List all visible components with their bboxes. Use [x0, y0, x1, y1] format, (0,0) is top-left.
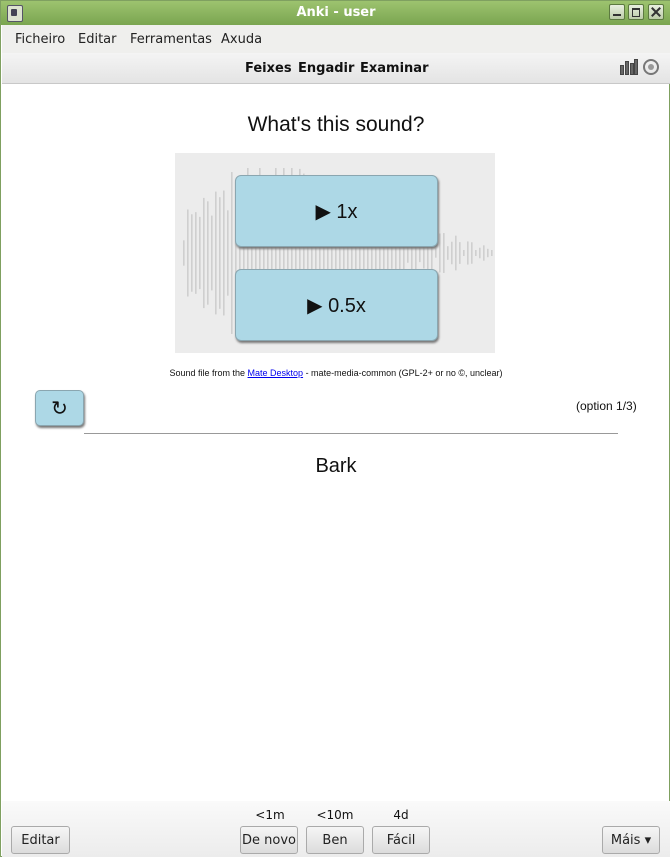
- waveform-bar: [483, 245, 485, 261]
- more-button[interactable]: Máis ▾: [602, 826, 660, 854]
- waveform-bar: [227, 210, 229, 296]
- waveform-bar: [439, 233, 441, 273]
- waveform-bar: [475, 250, 477, 256]
- answer-divider: [84, 433, 618, 434]
- waveform-bar: [231, 172, 233, 334]
- option-counter: (option 1/3): [576, 399, 637, 413]
- play-0.5x-button[interactable]: ▶ 0.5x: [235, 269, 438, 341]
- waveform-bar: [479, 247, 481, 259]
- waveform-bar: [215, 191, 217, 315]
- window-title: Anki - user: [296, 5, 376, 20]
- menu-ficheiro[interactable]: Ficheiro: [15, 32, 65, 47]
- sound-credit: Sound file from the Mate Desktop - mate-…: [1, 368, 670, 378]
- waveform-bar: [455, 235, 457, 271]
- waveform-bar: [203, 197, 205, 309]
- close-button[interactable]: [648, 4, 664, 20]
- card-answer: Bark: [315, 455, 357, 477]
- easy-button[interactable]: Fácil: [372, 826, 430, 854]
- title-bar: Anki - user: [1, 1, 670, 25]
- credit-prefix: Sound file from the: [169, 368, 248, 378]
- credit-suffix: - mate-media-common (GPL-2+ or no ©, unc…: [303, 368, 503, 378]
- waveform-bar: [219, 197, 221, 309]
- waveform-bar: [459, 242, 461, 264]
- sync-icon[interactable]: [643, 59, 659, 75]
- waveform-bar: [443, 233, 445, 273]
- toolbar-browse-link[interactable]: Examinar: [360, 61, 428, 76]
- review-bottom-bar: <1m <10m 4d Editar De novo Ben Fácil Mái…: [2, 801, 670, 857]
- interval-good: <10m: [316, 808, 354, 822]
- interval-easy: 4d: [393, 808, 409, 822]
- menu-axuda[interactable]: Axuda: [221, 32, 262, 47]
- card-question: What's this sound?: [247, 113, 425, 136]
- interval-again: <1m: [255, 808, 285, 822]
- waveform-bar: [223, 190, 225, 316]
- stats-icon[interactable]: [620, 59, 638, 75]
- toolbar-add-link[interactable]: Engadir: [298, 61, 354, 76]
- waveform-bar: [211, 215, 213, 291]
- mate-desktop-link[interactable]: Mate Desktop: [248, 368, 304, 378]
- edit-button[interactable]: Editar: [11, 826, 70, 854]
- waveform-bar: [491, 250, 493, 256]
- cycle-option-button[interactable]: ↻: [35, 390, 84, 426]
- main-toolbar: Feixes Engadir Examinar: [2, 53, 670, 84]
- minimize-button[interactable]: [609, 4, 625, 20]
- waveform-bar: [447, 246, 449, 260]
- toolbar-decks-link[interactable]: Feixes: [245, 61, 292, 76]
- waveform-panel: ▶ 1x ▶ 0.5x: [175, 153, 495, 353]
- waveform-bar: [187, 209, 189, 297]
- waveform-bar: [195, 212, 197, 294]
- anki-window: Anki - user Ficheiro Editar Ferramentas …: [0, 0, 670, 857]
- play-1x-button[interactable]: ▶ 1x: [235, 175, 438, 247]
- again-button[interactable]: De novo: [240, 826, 298, 854]
- waveform-bar: [487, 248, 489, 258]
- menu-bar: Ficheiro Editar Ferramentas Axuda: [2, 25, 670, 53]
- menu-ferramentas[interactable]: Ferramentas: [130, 32, 212, 47]
- waveform-bar: [435, 248, 437, 258]
- waveform-bar: [199, 216, 201, 290]
- waveform-bar: [467, 241, 469, 265]
- waveform-bar: [183, 240, 185, 266]
- waveform-bar: [207, 201, 209, 305]
- waveform-bar: [463, 250, 465, 256]
- waveform-bar: [191, 214, 193, 292]
- menu-editar[interactable]: Editar: [78, 32, 117, 47]
- waveform-bar: [451, 241, 453, 265]
- maximize-button[interactable]: [628, 4, 644, 20]
- good-button[interactable]: Ben: [306, 826, 364, 854]
- waveform-bar: [471, 242, 473, 264]
